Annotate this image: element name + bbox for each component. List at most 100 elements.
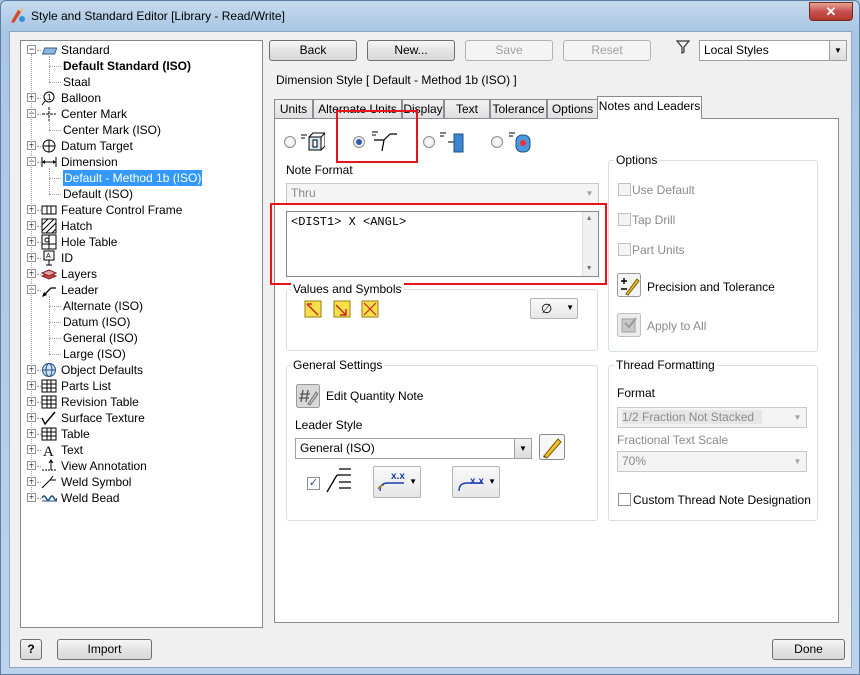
table-icon bbox=[41, 427, 57, 441]
tree-item[interactable]: Default (ISO) bbox=[21, 186, 262, 202]
close-button[interactable]: ✕ bbox=[809, 2, 853, 21]
style-filter-select[interactable]: Local Styles ▼ bbox=[699, 40, 847, 61]
edit-quantity-note-label: Edit Quantity Note bbox=[326, 389, 424, 403]
tree-item[interactable]: Default - Method 1b (ISO) bbox=[21, 170, 262, 186]
note-type-radio-punch[interactable] bbox=[423, 136, 435, 148]
done-button[interactable]: Done bbox=[772, 639, 845, 660]
tree-item[interactable]: − Standard bbox=[21, 42, 262, 58]
tree-item[interactable]: − Dimension bbox=[21, 154, 262, 170]
tree-item-label: Staal bbox=[63, 75, 91, 89]
leader-style-select[interactable]: General (ISO) ▼ bbox=[295, 438, 532, 459]
tab-notes-and-leaders[interactable]: Notes and Leaders bbox=[597, 96, 702, 119]
tree-item[interactable]: Large (ISO) bbox=[21, 346, 262, 362]
tree-item-label: Hatch bbox=[61, 219, 93, 233]
tree-item[interactable]: Default Standard (ISO) bbox=[21, 58, 262, 74]
editor-window: Style and Standard Editor [Library - Rea… bbox=[0, 0, 860, 675]
tree-item[interactable]: + Hatch bbox=[21, 218, 262, 234]
insert-value-icon-2[interactable] bbox=[333, 300, 351, 318]
tree-item[interactable]: + A ID bbox=[21, 250, 262, 266]
style-tree[interactable]: − Standard Default Standard (ISO) Staal +1 Ba… bbox=[20, 40, 263, 628]
tree-item[interactable]: + Table bbox=[21, 426, 262, 442]
tree-item-label: Object Defaults bbox=[61, 363, 144, 377]
tree-item[interactable]: General (ISO) bbox=[21, 330, 262, 346]
leader-format-dropdown-1[interactable]: x.x ▼ bbox=[373, 466, 421, 498]
reset-button[interactable]: Reset bbox=[563, 40, 651, 61]
tree-item[interactable]: + Surface Texture bbox=[21, 410, 262, 426]
chevron-down-icon: ▼ bbox=[488, 477, 496, 486]
tab-units[interactable]: Units bbox=[274, 99, 313, 118]
tree-item[interactable]: Alternate (ISO) bbox=[21, 298, 262, 314]
tree-item[interactable]: + Weld Symbol bbox=[21, 474, 262, 490]
back-button[interactable]: Back bbox=[269, 40, 357, 61]
tree-item[interactable]: + Object Defaults bbox=[21, 362, 262, 378]
tree-item-label: Text bbox=[61, 443, 84, 457]
thread-format-value: 1/2 Fraction Not Stacked bbox=[622, 410, 763, 424]
note-type-select[interactable]: Thru ▼ bbox=[286, 183, 599, 204]
tree-connector bbox=[49, 56, 50, 82]
part-units-checkbox[interactable] bbox=[618, 243, 631, 256]
chevron-down-icon: ▼ bbox=[581, 184, 598, 203]
note-type-radio-bend[interactable] bbox=[491, 136, 503, 148]
collapse-icon[interactable]: − bbox=[27, 45, 36, 54]
import-button[interactable]: Import bbox=[57, 639, 152, 660]
save-button[interactable]: Save bbox=[465, 40, 553, 61]
layers-icon bbox=[41, 269, 57, 280]
new-button[interactable]: New... bbox=[367, 40, 455, 61]
style-filter-value: Local Styles bbox=[704, 43, 769, 57]
tab-text[interactable]: Text bbox=[444, 99, 490, 118]
tree-item-label: Large (ISO) bbox=[63, 347, 126, 361]
edit-quantity-note-icon[interactable] bbox=[296, 384, 320, 408]
tree-item-label: Dimension bbox=[61, 155, 118, 169]
apply-to-all-icon[interactable] bbox=[617, 313, 641, 337]
insert-value-icon-3[interactable] bbox=[361, 300, 379, 318]
symbol-dropdown[interactable]: ∅ ▼ bbox=[530, 298, 578, 319]
tree-item[interactable]: + Weld Bead bbox=[21, 490, 262, 506]
filter-icon[interactable] bbox=[676, 40, 690, 54]
insert-value-icon-1[interactable] bbox=[304, 300, 322, 318]
precision-tolerance-icon[interactable] bbox=[617, 273, 641, 297]
tree-item[interactable]: Center Mark (ISO) bbox=[21, 122, 262, 138]
tree-item[interactable]: + Datum Target bbox=[21, 138, 262, 154]
tree-item[interactable]: Datum (ISO) bbox=[21, 314, 262, 330]
tree-item[interactable]: + Revision Table bbox=[21, 394, 262, 410]
edit-leader-style-icon[interactable] bbox=[539, 434, 565, 460]
tree-item-label: Default (ISO) bbox=[63, 187, 134, 201]
tree-item[interactable]: + Parts List bbox=[21, 378, 262, 394]
tree-item[interactable]: + View Annotation bbox=[21, 458, 262, 474]
tree-item[interactable]: + Hole Table bbox=[21, 234, 262, 250]
tab-options[interactable]: Options bbox=[547, 99, 598, 118]
use-default-checkbox[interactable] bbox=[618, 183, 631, 196]
view-annotation-icon bbox=[42, 459, 56, 471]
help-button[interactable]: ? bbox=[20, 639, 42, 660]
fractional-text-scale-select[interactable]: 70% ▼ bbox=[617, 451, 807, 472]
leader-format-dropdown-2[interactable]: x.x ▼ bbox=[452, 466, 500, 498]
balloon-icon: 1 bbox=[41, 91, 55, 106]
thread-format-select[interactable]: 1/2 Fraction Not Stacked ▼ bbox=[617, 407, 807, 428]
note-type-radio-hole[interactable] bbox=[284, 136, 296, 148]
tree-item[interactable]: +1 Balloon bbox=[21, 90, 262, 106]
tree-item[interactable]: + A Text bbox=[21, 442, 262, 458]
hatch-icon bbox=[41, 218, 57, 234]
svg-text:1: 1 bbox=[47, 93, 52, 102]
tree-item-label: Balloon bbox=[61, 91, 102, 105]
svg-text:A: A bbox=[46, 253, 51, 260]
tap-drill-checkbox[interactable] bbox=[618, 213, 631, 226]
note-format-label: Note Format bbox=[286, 163, 353, 177]
tree-item-label: Standard bbox=[61, 43, 110, 57]
custom-thread-checkbox[interactable] bbox=[618, 493, 631, 506]
tree-item-label: Weld Symbol bbox=[61, 475, 132, 489]
bend-note-icon bbox=[509, 132, 531, 153]
text-icon: A bbox=[43, 444, 54, 458]
tree-item[interactable]: + Layers bbox=[21, 266, 262, 282]
leader-alignment-checkbox[interactable]: ✓ bbox=[307, 477, 320, 490]
tab-tolerance[interactable]: Tolerance bbox=[490, 99, 547, 118]
tree-item[interactable]: Staal bbox=[21, 74, 262, 90]
tree-item[interactable]: − Center Mark bbox=[21, 106, 262, 122]
leader-alignment-icon bbox=[326, 468, 351, 493]
apply-to-all-label: Apply to All bbox=[647, 319, 707, 333]
tree-item[interactable]: + Feature Control Frame bbox=[21, 202, 262, 218]
title-bar: Style and Standard Editor [Library - Rea… bbox=[1, 1, 859, 31]
tree-item-label: Surface Texture bbox=[61, 411, 145, 425]
tree-item[interactable]: − Leader bbox=[21, 282, 262, 298]
tree-item-label: Default Standard (ISO) bbox=[63, 59, 192, 73]
